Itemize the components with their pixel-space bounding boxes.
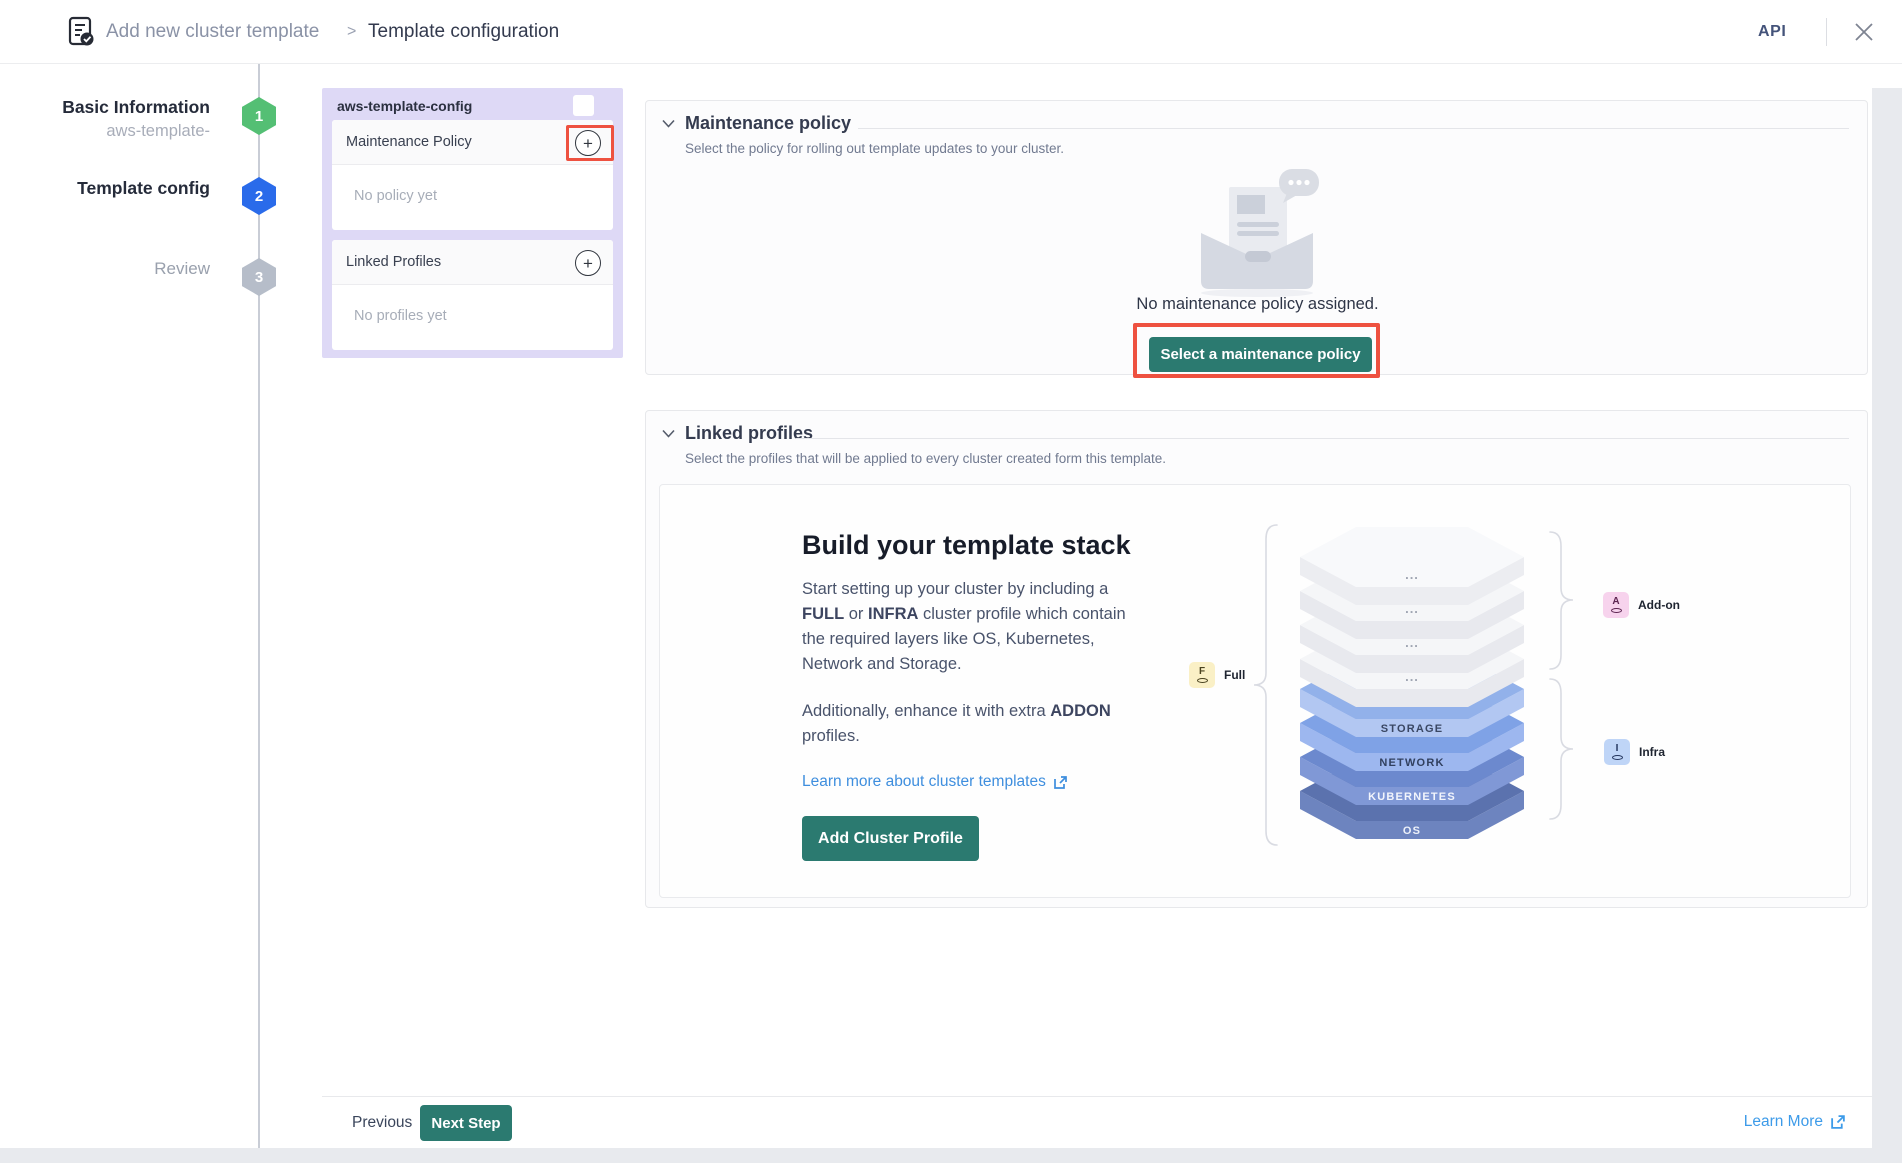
backdrop-bottom-strip <box>0 1148 1902 1163</box>
step-3-number: 3 <box>255 269 263 286</box>
build-stack-paragraph-1: Start setting up your cluster by includi… <box>802 577 1147 677</box>
breadcrumb-separator: > <box>347 23 356 41</box>
maintenance-policy-section: Maintenance policy Select the policy for… <box>645 100 1868 375</box>
svg-text:STORAGE: STORAGE <box>1381 723 1444 735</box>
section-divider <box>858 128 1849 129</box>
full-profile-icon: F <box>1189 662 1215 688</box>
svg-text:NETWORK: NETWORK <box>1379 757 1444 769</box>
header-divider <box>1826 18 1827 46</box>
next-step-button[interactable]: Next Step <box>420 1105 512 1141</box>
addon-brace <box>1550 532 1573 669</box>
maintenance-policy-empty-text: No policy yet <box>354 188 437 204</box>
linked-profiles-empty-text: No profiles yet <box>354 308 447 324</box>
close-icon[interactable] <box>1852 20 1876 44</box>
maintenance-section-title: Maintenance policy <box>685 113 851 134</box>
full-brace <box>1254 525 1277 845</box>
config-panel-title: aws-template-config <box>337 98 472 114</box>
api-button[interactable]: API <box>1758 23 1786 41</box>
linked-profiles-section-title: Linked profiles <box>685 423 813 444</box>
build-stack-card: Build your template stack Start setting … <box>659 484 1851 898</box>
maintenance-policy-card-title: Maintenance Policy <box>346 134 472 150</box>
step-review-label[interactable]: Review <box>10 259 210 279</box>
full-profile-label: Full <box>1224 668 1245 682</box>
build-stack-paragraph-2: Additionally, enhance it with extra ADDO… <box>802 699 1147 749</box>
config-panel-checkbox[interactable] <box>573 95 594 116</box>
annotation-highlight-select-policy: Select a maintenance policy <box>1133 323 1380 378</box>
infra-profile-badge: I Infra <box>1604 739 1665 765</box>
no-policy-illustration <box>1187 169 1327 299</box>
addon-profile-badge: A Add-on <box>1603 592 1680 618</box>
wizard-header: Add new cluster template > Template conf… <box>0 0 1902 64</box>
stepper-sidebar: Basic Information aws-template- 1 Templa… <box>0 64 322 1148</box>
svg-text:KUBERNETES: KUBERNETES <box>1368 791 1456 803</box>
infra-profile-label: Infra <box>1639 745 1665 759</box>
linked-profiles-card-title: Linked Profiles <box>346 254 441 270</box>
infra-brace <box>1550 679 1573 819</box>
external-link-icon <box>1830 1114 1846 1130</box>
previous-button[interactable]: Previous <box>352 1114 412 1132</box>
add-cluster-profile-button[interactable]: Add Cluster Profile <box>802 816 979 861</box>
backdrop-right-strip <box>1872 88 1902 1163</box>
linked-profiles-card: Linked Profiles + No profiles yet <box>332 240 613 350</box>
step-basic-information-label[interactable]: Basic Information <box>10 97 210 118</box>
learn-more-label: Learn More <box>1744 1113 1823 1131</box>
breadcrumb-current: Template configuration <box>368 21 559 43</box>
external-link-icon <box>1053 775 1068 790</box>
add-maintenance-policy-button[interactable]: + <box>575 130 601 156</box>
step-1-number: 1 <box>255 108 263 125</box>
full-profile-badge: F Full <box>1189 662 1245 688</box>
maintenance-section-subtitle: Select the policy for rolling out templa… <box>685 141 1064 156</box>
learn-more-templates-link[interactable]: Learn more about cluster templates <box>802 773 1068 791</box>
chevron-down-icon[interactable] <box>662 119 675 128</box>
linked-profiles-section: Linked profiles Select the profiles that… <box>645 410 1868 908</box>
step-template-config-label[interactable]: Template config <box>10 178 210 199</box>
select-maintenance-policy-button[interactable]: Select a maintenance policy <box>1149 337 1372 372</box>
template-config-panel: aws-template-config Maintenance Policy +… <box>322 88 623 358</box>
learn-more-link[interactable]: Learn More <box>1744 1113 1846 1131</box>
linked-profiles-section-subtitle: Select the profiles that will be applied… <box>685 451 1166 466</box>
maintenance-policy-card: Maintenance Policy + No policy yet <box>332 120 613 230</box>
step-2-hexagon[interactable]: 2 <box>242 177 276 215</box>
no-policy-message: No maintenance policy assigned. <box>646 295 1869 314</box>
infra-profile-icon: I <box>1604 739 1630 765</box>
breadcrumb-root[interactable]: Add new cluster template <box>106 21 319 43</box>
stepper-line <box>258 64 260 1148</box>
chevron-down-icon[interactable] <box>662 429 675 438</box>
template-stack-illustration: OS KUBERNETES NETWORK STORAGE <box>1182 497 1702 897</box>
build-stack-heading: Build your template stack <box>802 530 1131 561</box>
cluster-template-icon <box>66 16 96 48</box>
addon-profile-label: Add-on <box>1638 598 1680 612</box>
learn-more-templates-label: Learn more about cluster templates <box>802 773 1046 791</box>
addon-profile-icon: A <box>1603 592 1629 618</box>
step-basic-information-sublabel: aws-template- <box>10 122 210 141</box>
step-1-hexagon[interactable]: 1 <box>242 97 276 135</box>
wizard-footer: Previous Next Step Learn More <box>322 1096 1872 1148</box>
svg-text:OS: OS <box>1403 825 1421 837</box>
add-linked-profile-button[interactable]: + <box>575 250 601 276</box>
svg-text:...: ... <box>1405 567 1419 582</box>
step-3-hexagon[interactable]: 3 <box>242 258 276 296</box>
section-divider <box>796 438 1849 439</box>
step-2-number: 2 <box>255 188 263 205</box>
